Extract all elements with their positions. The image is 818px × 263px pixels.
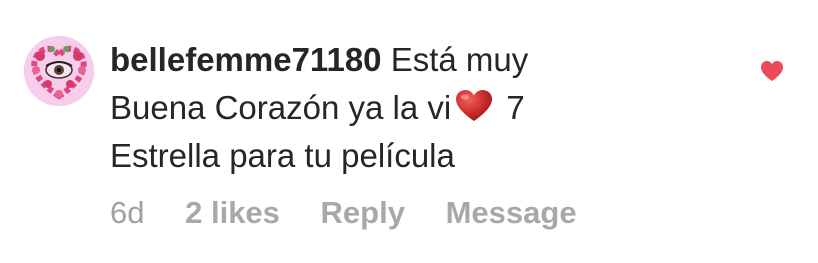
avatar-image <box>24 36 94 106</box>
comment-likes-link[interactable]: 2 likes <box>185 195 280 230</box>
like-button[interactable] <box>760 60 784 82</box>
avatar[interactable] <box>24 36 94 106</box>
reply-button[interactable]: Reply <box>321 195 405 230</box>
comment-item: bellefemme71180 Está muy Buena Corazón y… <box>0 0 818 263</box>
comment-body: bellefemme71180 Está muy Buena Corazón y… <box>110 36 630 180</box>
comment-timestamp: 6d <box>110 195 145 230</box>
comment-username[interactable]: bellefemme71180 <box>110 41 382 78</box>
heart-icon <box>761 61 783 81</box>
red-heart-emoji-icon <box>456 90 493 121</box>
comment-meta: 6d 2 likes Reply Message <box>110 193 609 233</box>
message-button[interactable]: Message <box>446 195 577 230</box>
